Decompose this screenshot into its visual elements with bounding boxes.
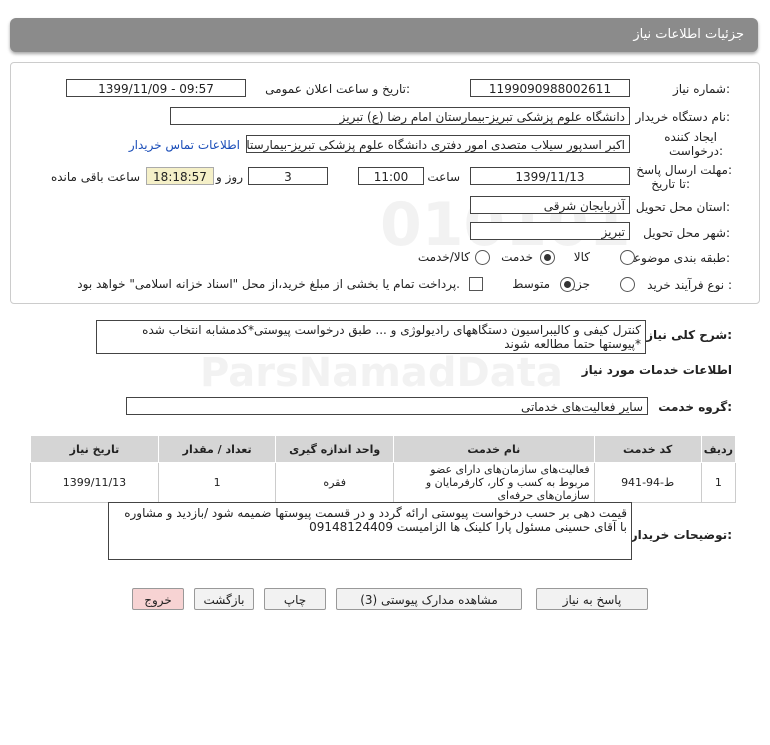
- cell-date: 1399/11/13: [30, 462, 159, 503]
- table-header-row: ردیف کد خدمت نام خدمت واحد اندازه گیری ت…: [30, 435, 737, 463]
- description-label: شرح کلی نیاز:: [646, 328, 732, 342]
- page-header: جزئیات اطلاعات نیاز: [10, 18, 758, 52]
- deadline-label-1: مهلت ارسال پاسخ:: [636, 163, 732, 177]
- col-row-header: ردیف: [700, 435, 737, 463]
- announce-field: 1399/11/09 - 09:57: [66, 79, 246, 97]
- remaining-label: ساعت باقی مانده: [50, 170, 140, 184]
- category-service-label: خدمت: [501, 250, 533, 264]
- back-button[interactable]: بازگشت: [194, 588, 254, 610]
- description-field: کنترل کیفی و کالیبراسیون دستگاههای رادیو…: [96, 320, 646, 354]
- process-medium-radio[interactable]: [560, 277, 575, 292]
- deadline-label-2: تا تاریخ:: [651, 177, 690, 191]
- deadline-time-field: 11:00: [358, 167, 424, 185]
- services-table: ردیف کد خدمت نام خدمت واحد اندازه گیری ت…: [30, 435, 737, 503]
- creator-label-2: درخواست:: [669, 144, 723, 158]
- category-goods-service-radio[interactable]: [475, 250, 490, 265]
- reply-button[interactable]: پاسخ به نیاز: [536, 588, 648, 610]
- need-number-field: 1199090988002611: [470, 79, 630, 97]
- watermark-brand: ParsNamadData: [200, 350, 563, 396]
- cell-code: ط-94-941: [593, 462, 702, 503]
- deadline-date-field: 1399/11/13: [470, 167, 630, 185]
- service-group-field: سایر فعالیت‌های خدماتی: [126, 397, 648, 415]
- buyer-field: دانشگاه علوم پزشکی تبریز-بیمارستان امام …: [170, 107, 630, 125]
- process-minor-radio[interactable]: [620, 277, 635, 292]
- city-field: تبریز: [470, 222, 630, 240]
- deadline-time-label: ساعت: [427, 170, 460, 184]
- buyer-notes-line-2: با آقای حسینی مسئول پارا کلینک ها الزامی…: [309, 520, 627, 534]
- description-line-1: کنترل کیفی و کالیبراسیون دستگاههای رادیو…: [142, 323, 641, 337]
- process-medium-label: متوسط: [512, 277, 550, 291]
- cell-row: 1: [700, 462, 737, 503]
- category-label: طبقه بندی موضوعی:: [623, 251, 730, 265]
- category-goods-radio[interactable]: [620, 250, 635, 265]
- page-title: جزئیات اطلاعات نیاز: [633, 27, 744, 42]
- col-code-header: کد خدمت: [593, 435, 702, 463]
- cell-unit: فقره: [275, 462, 394, 503]
- service-group-label: گروه خدمت:: [658, 400, 732, 414]
- table-row: 1 ط-94-941 فعالیت‌های سازمان‌های دارای ع…: [30, 462, 737, 503]
- cell-name: فعالیت‌های سازمان‌های دارای عضو مربوط به…: [392, 462, 595, 503]
- city-label: شهر محل تحویل:: [643, 226, 730, 240]
- services-section-title: اطلاعات خدمات مورد نیاز: [581, 363, 732, 377]
- buyer-notes-field: قیمت دهی بر حسب درخواست پیوستی ارائه گرد…: [108, 502, 632, 560]
- buyer-notes-line-1: قیمت دهی بر حسب درخواست پیوستی ارائه گرد…: [124, 506, 627, 520]
- province-field: آذربایجان شرقی: [470, 196, 630, 214]
- view-attachments-button[interactable]: مشاهده مدارک پیوستی (3): [336, 588, 522, 610]
- col-unit-header: واحد اندازه گیری: [275, 435, 394, 463]
- col-qty-header: تعداد / مقدار: [157, 435, 277, 463]
- exit-button[interactable]: خروج: [132, 588, 184, 610]
- treasury-payment-text: پرداخت تمام یا بخشی از مبلغ خرید،از محل …: [77, 277, 460, 291]
- col-name-header: نام خدمت: [392, 435, 595, 463]
- creator-label-1: ایجاد کننده: [664, 130, 717, 144]
- creator-field: اکبر اسدپور سیلاب متصدی امور دفتری دانشگ…: [246, 135, 630, 153]
- category-service-radio[interactable]: [540, 250, 555, 265]
- col-date-header: تاریخ نیاز: [30, 435, 159, 463]
- buyer-notes-label: توضیحات خریدار:: [630, 528, 732, 542]
- province-label: استان محل تحویل:: [635, 200, 730, 214]
- process-label: نوع فرآیند خرید :: [647, 278, 732, 292]
- buyer-label: نام دستگاه خریدار:: [635, 110, 731, 124]
- description-line-2: *پیوستها حتما مطالعه شوند: [504, 337, 641, 351]
- days-label: روز و: [216, 170, 243, 184]
- announce-label: تاریخ و ساعت اعلان عمومی:: [265, 82, 410, 96]
- remaining-time-field: 18:18:57: [146, 167, 214, 185]
- contact-info-link[interactable]: اطلاعات تماس خریدار: [129, 138, 240, 152]
- category-goods-service-label: کالا/خدمت: [417, 250, 470, 264]
- cell-qty: 1: [157, 462, 277, 503]
- category-goods-label: کالا: [573, 250, 590, 264]
- print-button[interactable]: چاپ: [264, 588, 326, 610]
- need-number-label: شماره نیاز:: [672, 82, 730, 96]
- days-field: 3: [248, 167, 328, 185]
- treasury-payment-checkbox[interactable]: [469, 277, 483, 291]
